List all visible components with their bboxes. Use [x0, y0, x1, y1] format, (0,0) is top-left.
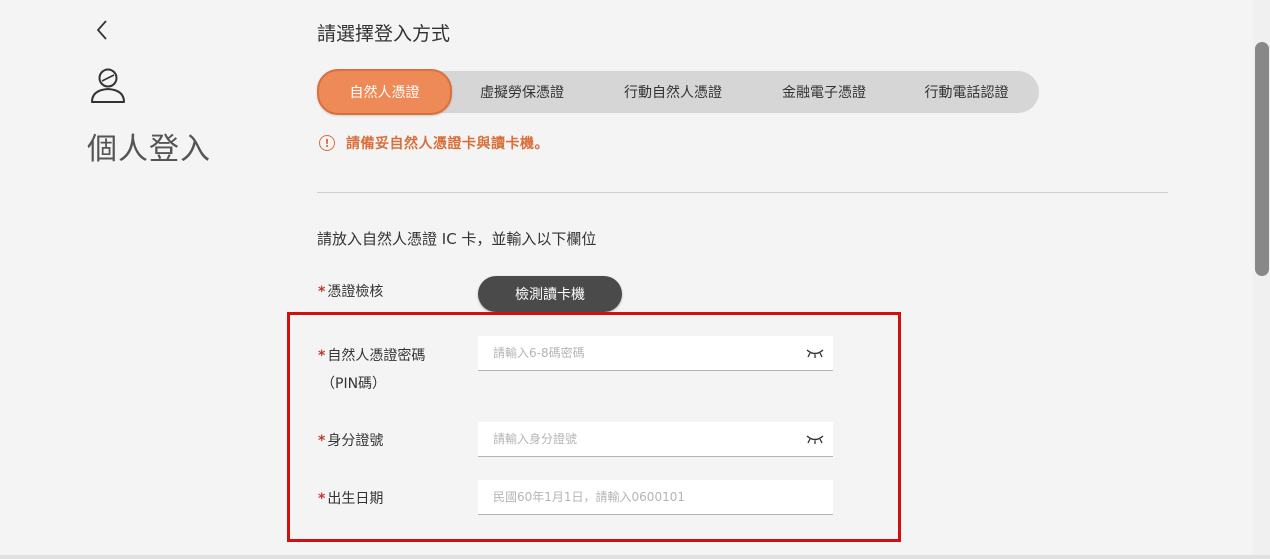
- tab-mobile-citizen-certificate[interactable]: 行動自然人憑證: [592, 71, 754, 113]
- tab-virtual-labor-certificate[interactable]: 虛擬勞保憑證: [452, 71, 592, 113]
- exclamation-circle-icon: !: [319, 135, 335, 151]
- divider: [317, 192, 1168, 193]
- page-title: 個人登入: [87, 132, 211, 167]
- bottom-border: [0, 555, 1270, 559]
- tab-mobile-phone-auth[interactable]: 行動電話認證: [894, 71, 1039, 113]
- chevron-left-icon: [96, 20, 107, 40]
- tab-financial-certificate[interactable]: 金融電子憑證: [754, 71, 894, 113]
- scrollbar-thumb[interactable]: [1255, 42, 1269, 276]
- instruction-text: 請放入自然人憑證 IC 卡，並輸入以下欄位: [317, 230, 597, 248]
- notice-text: 請備妥自然人憑證卡與讀卡機。: [346, 136, 549, 152]
- back-button[interactable]: [90, 17, 114, 43]
- card-check-label: * 憑證檢核: [318, 284, 384, 300]
- tab-citizen-certificate[interactable]: 自然人憑證: [317, 69, 452, 115]
- login-method-heading: 請選擇登入方式: [317, 23, 451, 45]
- notice: ! 請備妥自然人憑證卡與讀卡機。: [319, 133, 549, 153]
- person-icon: [91, 68, 125, 103]
- login-method-tabs: 自然人憑證 虛擬勞保憑證 行動自然人憑證 金融電子憑證 行動電話認證: [317, 69, 1039, 115]
- detect-reader-button[interactable]: 檢測讀卡機: [478, 276, 622, 312]
- highlight-box: [287, 312, 901, 542]
- required-mark: *: [318, 284, 326, 300]
